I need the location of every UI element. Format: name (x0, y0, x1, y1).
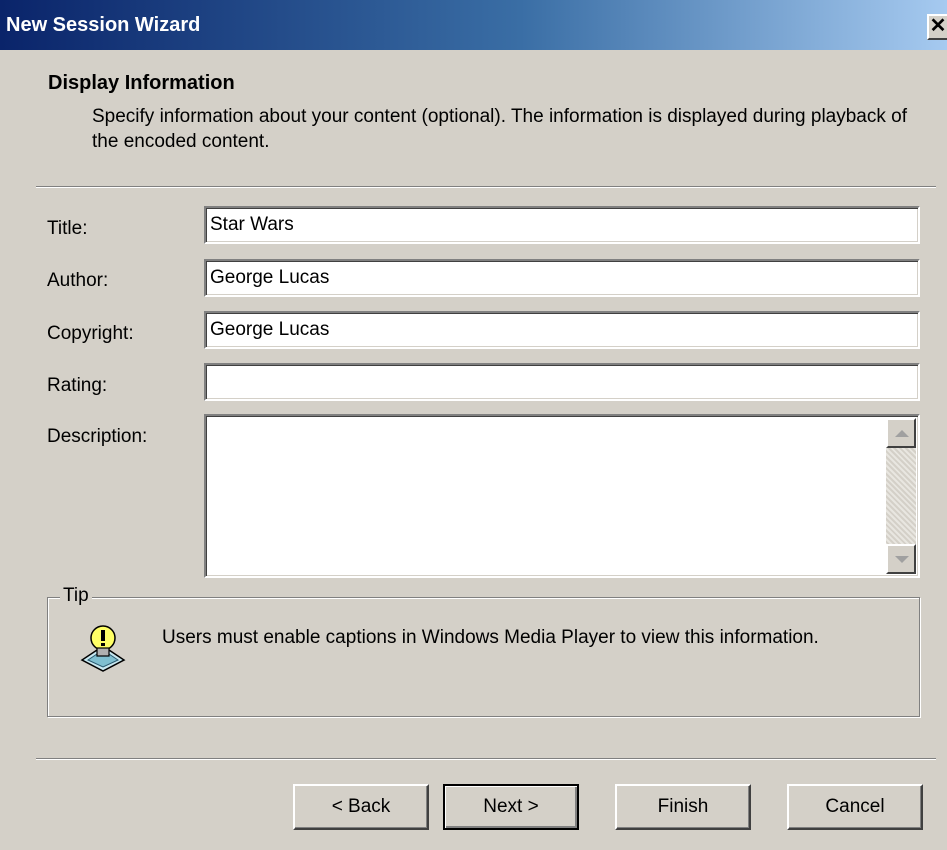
window-title: New Session Wizard (6, 14, 201, 36)
close-button[interactable]: ✕ (927, 14, 947, 40)
scroll-up-arrow-icon (895, 430, 909, 437)
close-icon: ✕ (929, 15, 947, 37)
back-button[interactable]: < Back (293, 784, 429, 830)
page-description: Specify information about your content (… (92, 106, 907, 152)
author-input[interactable] (204, 259, 920, 297)
lightbulb-tip-icon (80, 625, 126, 672)
footer-separator (36, 758, 936, 760)
author-label: Author: (47, 270, 109, 291)
description-textarea[interactable] (204, 414, 920, 578)
copyright-label: Copyright: (47, 323, 134, 344)
scroll-up-button[interactable] (886, 418, 916, 448)
scroll-down-button[interactable] (886, 544, 916, 574)
description-label: Description: (47, 426, 148, 447)
tip-text: Users must enable captions in Windows Me… (162, 627, 819, 648)
title-label: Title: (47, 218, 88, 239)
tip-legend: Tip (60, 585, 92, 607)
rating-label: Rating: (47, 375, 108, 396)
scroll-down-arrow-icon (895, 556, 909, 563)
page-heading: Display Information (48, 72, 235, 94)
tip-groupbox (47, 597, 920, 717)
title-bar[interactable]: New Session Wizard ✕ (0, 0, 947, 50)
next-button[interactable]: Next > (443, 784, 579, 830)
wizard-window: New Session Wizard ✕ Display Information… (0, 0, 947, 850)
finish-button[interactable]: Finish (615, 784, 751, 830)
title-input[interactable] (204, 206, 920, 244)
header-separator (36, 186, 936, 188)
cancel-button[interactable]: Cancel (787, 784, 923, 830)
rating-input[interactable] (204, 363, 920, 401)
description-scrollbar[interactable] (886, 418, 916, 574)
copyright-input[interactable] (204, 311, 920, 349)
